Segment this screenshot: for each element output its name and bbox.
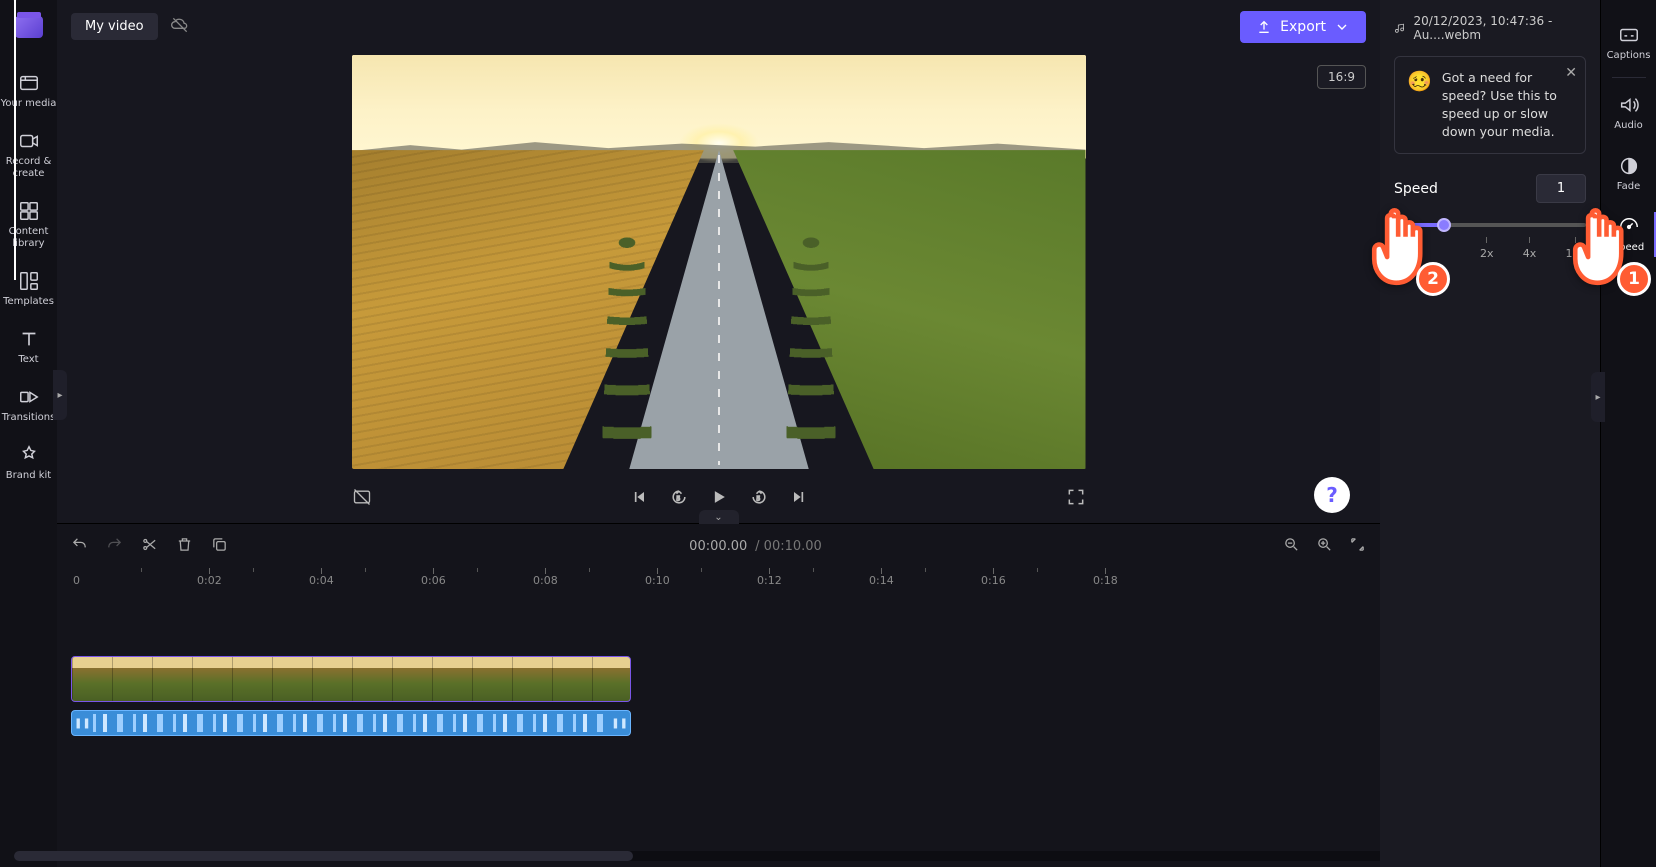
play-button[interactable] — [709, 487, 729, 511]
sidebar-item-content-library[interactable]: Content library — [0, 190, 57, 260]
playhead[interactable] — [14, 0, 16, 280]
main-area: My video Export 16:9 ? 5 5 ⌄ — [57, 0, 1380, 867]
undo-button[interactable] — [71, 536, 88, 557]
annotation-badge-1: 1 — [1617, 262, 1651, 296]
timeline-ruler[interactable]: 0 0:02 0:04 0:06 0:08 0:10 0:12 0:14 0:16 0:18 — [71, 568, 1366, 592]
ruler-tick-label: 0:12 — [757, 574, 782, 587]
zoom-in-button[interactable] — [1316, 536, 1333, 557]
right-tab-audio[interactable]: Audio — [1601, 82, 1656, 143]
zoom-out-button[interactable] — [1283, 536, 1300, 557]
skip-forward-button[interactable] — [789, 487, 809, 511]
export-button[interactable]: Export — [1240, 11, 1366, 43]
safe-zone-toggle-icon[interactable] — [352, 487, 372, 511]
left-sidebar: Your media Record & create Content libra… — [0, 0, 57, 867]
ruler-tick-label: 0:14 — [869, 574, 894, 587]
aspect-ratio-badge[interactable]: 16:9 — [1317, 65, 1366, 89]
right-tab-captions[interactable]: Captions — [1601, 12, 1656, 73]
top-bar: My video Export — [57, 0, 1380, 53]
sidebar-label: Brand kit — [6, 470, 51, 482]
duration: 00:10.00 — [764, 539, 822, 554]
speed-label: Speed — [1394, 181, 1438, 197]
sidebar-item-your-media[interactable]: Your media — [0, 62, 57, 120]
svg-text:5: 5 — [676, 496, 680, 502]
current-time: 00:00.00 — [689, 539, 747, 554]
selected-clip-name: 20/12/2023, 10:47:36 - Au....webm — [1413, 14, 1586, 42]
fullscreen-button[interactable] — [1066, 487, 1086, 511]
duplicate-button[interactable] — [211, 536, 228, 557]
speed-value-input[interactable] — [1536, 174, 1586, 203]
chevron-down-icon — [1334, 19, 1350, 35]
audio-clip[interactable] — [71, 710, 631, 736]
sidebar-item-brand-kit[interactable]: Brand kit — [0, 434, 57, 492]
rewind-button[interactable]: 5 — [669, 487, 689, 511]
help-button[interactable]: ? — [1314, 477, 1350, 513]
project-title-chip[interactable]: My video — [71, 13, 158, 40]
split-button[interactable] — [141, 536, 158, 557]
expand-timeline-handle[interactable]: ⌄ — [699, 510, 739, 524]
tracks-area — [71, 602, 1366, 867]
timeline-toolbar: 00:00.00 / 00:10.00 — [57, 524, 1380, 568]
tip-text: Got a need for speed? Use this to speed … — [1442, 69, 1573, 141]
sidebar-item-record-create[interactable]: Record & create — [0, 120, 57, 190]
timeline: 00:00.00 / 00:10.00 0 0:02 0:04 0:06 0:08 0:… — [57, 523, 1380, 867]
tip-emoji: 🥴 — [1407, 69, 1432, 141]
scrollbar-thumb[interactable] — [14, 851, 633, 861]
right-sidebar: Captions Audio Fade Speed ▸ — [1600, 0, 1656, 867]
right-tab-fade[interactable]: Fade — [1601, 143, 1656, 204]
ruler-tick-label: 0:04 — [309, 574, 334, 587]
sidebar-item-templates[interactable]: Templates — [0, 260, 57, 318]
svg-text:5: 5 — [756, 496, 760, 502]
video-clip[interactable] — [71, 656, 631, 702]
music-note-icon — [1394, 21, 1405, 35]
right-collapse-handle[interactable]: ▸ — [1591, 372, 1605, 422]
tip-close-button[interactable]: ✕ — [1565, 65, 1577, 81]
app-logo — [15, 16, 43, 38]
redo-button[interactable] — [106, 536, 123, 557]
sidebar-label: Your media — [1, 98, 57, 110]
export-label: Export — [1280, 19, 1326, 35]
speed-tip-card: 🥴 Got a need for speed? Use this to spee… — [1394, 56, 1586, 154]
sidebar-item-transitions[interactable]: Transitions — [0, 376, 57, 434]
annotation-hand-2: 2 — [1354, 200, 1446, 292]
selected-clip-header: 20/12/2023, 10:47:36 - Au....webm — [1394, 14, 1586, 42]
speed-panel: 20/12/2023, 10:47:36 - Au....webm 🥴 Got … — [1380, 0, 1600, 867]
sidebar-label: Record & create — [0, 156, 57, 180]
video-preview[interactable] — [352, 55, 1086, 469]
forward-button[interactable]: 5 — [749, 487, 769, 511]
sidebar-label: Templates — [3, 296, 54, 308]
annotation-badge-2: 2 — [1416, 262, 1450, 296]
ruler-tick-label: 0:18 — [1093, 574, 1118, 587]
fit-timeline-button[interactable] — [1349, 536, 1366, 557]
sidebar-label: Transitions — [2, 412, 56, 424]
timecode-display: 00:00.00 / 00:10.00 — [689, 539, 822, 554]
preview-area: 16:9 ? 5 5 ⌄ — [57, 53, 1380, 523]
cloud-sync-off-icon — [170, 15, 190, 39]
ruler-tick-label: 0:16 — [981, 574, 1006, 587]
ruler-tick-label: 0:02 — [197, 574, 222, 587]
skip-back-button[interactable] — [629, 487, 649, 511]
delete-button[interactable] — [176, 536, 193, 557]
sidebar-label: Content library — [0, 226, 57, 250]
sidebar-item-text[interactable]: Text — [0, 318, 57, 376]
ruler-tick-label: 0:10 — [645, 574, 670, 587]
annotation-hand-1: 1 — [1555, 200, 1647, 292]
ruler-tick-label: 0:06 — [421, 574, 446, 587]
sidebar-label: Text — [18, 354, 38, 366]
ruler-tick-label: 0:08 — [533, 574, 558, 587]
ruler-zero: 0 — [73, 574, 80, 587]
